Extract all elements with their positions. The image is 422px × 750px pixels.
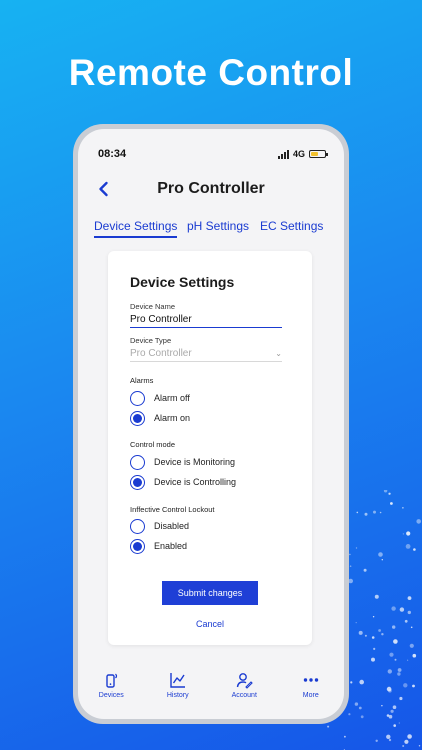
phone-frame: 08:34 4G Pro Controller Device Settings … <box>73 124 349 724</box>
radio-lockout-disabled[interactable]: Disabled <box>130 518 189 534</box>
radio-icon[interactable] <box>130 518 145 534</box>
device-name-input[interactable]: Pro Controller <box>130 314 282 328</box>
device-type-value: Pro Controller <box>130 348 192 359</box>
status-bar: 08:34 4G <box>98 147 328 161</box>
tab-ec-settings[interactable]: EC Settings <box>260 219 323 233</box>
bottom-navigation: Devices History Account More <box>78 671 344 705</box>
radio-lockout-enabled[interactable]: Enabled <box>130 538 187 554</box>
user-edit-icon <box>237 673 254 689</box>
signal-icon <box>277 149 289 159</box>
nav-label: History <box>166 692 189 699</box>
radio-checked-icon[interactable] <box>130 538 145 554</box>
lockout-label: Inffective Control Lockout <box>130 505 215 514</box>
radio-label: Device is Controlling <box>154 477 237 487</box>
app-screen: 08:34 4G Pro Controller Device Settings … <box>78 129 344 719</box>
radio-alarm-on[interactable]: Alarm on <box>130 410 190 426</box>
radio-icon[interactable] <box>130 454 145 470</box>
battery-icon <box>309 150 328 158</box>
cancel-link[interactable]: Cancel <box>108 619 312 629</box>
card-title: Device Settings <box>130 274 235 290</box>
nav-label: Devices <box>98 692 124 699</box>
radio-label: Alarm on <box>154 413 191 423</box>
device-name-label: Device Name <box>130 302 176 311</box>
submit-changes-button[interactable]: Submit changes <box>162 581 258 605</box>
radio-checked-icon[interactable] <box>130 410 145 426</box>
alarms-label: Alarms <box>130 376 154 385</box>
chart-icon <box>170 673 185 688</box>
device-icon <box>106 673 118 688</box>
nav-label: More <box>302 692 319 699</box>
status-indicators: 4G <box>277 149 328 159</box>
radio-label: Alarm off <box>154 393 190 403</box>
more-dots-icon <box>303 678 318 682</box>
top-navbar: Pro Controller <box>78 177 344 201</box>
radio-monitoring[interactable]: Device is Monitoring <box>130 454 235 470</box>
status-time: 08:34 <box>98 148 127 160</box>
radio-checked-icon[interactable] <box>130 474 145 490</box>
settings-tabs: Device Settings pH Settings EC Settings <box>78 219 344 241</box>
radio-alarm-off[interactable]: Alarm off <box>130 390 190 406</box>
radio-label: Disabled <box>154 521 190 531</box>
radio-controlling[interactable]: Device is Controlling <box>130 474 236 490</box>
page-title: Pro Controller <box>157 180 265 197</box>
radio-icon[interactable] <box>130 390 145 406</box>
tab-ph-settings[interactable]: pH Settings <box>187 219 249 233</box>
nav-label: Account <box>231 692 257 699</box>
radio-label: Device is Monitoring <box>154 457 236 467</box>
radio-label: Enabled <box>154 541 188 551</box>
chevron-down-icon: ⌄ <box>275 349 282 358</box>
device-type-label: Device Type <box>130 336 172 345</box>
control-mode-label: Control mode <box>130 440 176 449</box>
nav-devices[interactable]: Devices <box>78 671 145 705</box>
settings-card: Device Settings Device Name Pro Controll… <box>108 251 312 645</box>
nav-more[interactable]: More <box>278 671 345 705</box>
promo-headline: Remote Control <box>68 52 354 93</box>
network-type: 4G <box>292 149 305 159</box>
tab-device-settings[interactable]: Device Settings <box>94 219 178 238</box>
nav-history[interactable]: History <box>145 671 212 705</box>
nav-account[interactable]: Account <box>211 671 278 705</box>
device-type-select[interactable]: Pro Controller ⌄ <box>130 348 282 362</box>
